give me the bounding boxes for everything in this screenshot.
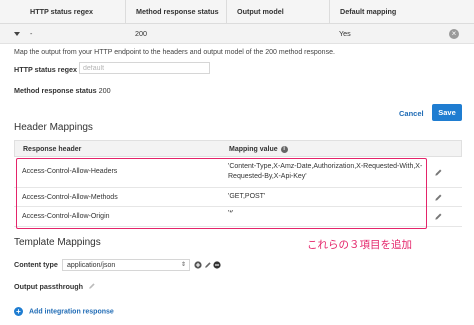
header-mappings-table-header: Response header Mapping value i <box>14 140 462 157</box>
cancel-button[interactable]: Cancel <box>399 109 424 118</box>
row-default-mapping: Yes <box>339 29 351 38</box>
col-method-response-status: Method response status <box>125 0 219 24</box>
add-integration-response-label: Add integration response <box>29 308 114 316</box>
pencil-edit-icon[interactable] <box>434 168 443 177</box>
content-type-value: application/json <box>67 262 116 269</box>
highlight-annotation-box <box>16 158 427 229</box>
content-type-label: Content type <box>14 260 58 269</box>
add-integration-response-link[interactable]: + Add integration response <box>14 307 114 316</box>
row-regex: - <box>30 29 33 38</box>
row-status: 200 <box>135 29 147 38</box>
close-icon[interactable]: × <box>449 29 459 39</box>
remove-icon[interactable] <box>213 261 221 269</box>
pencil-edit-icon[interactable] <box>88 282 96 290</box>
col-response-header: Response header <box>23 146 82 153</box>
content-type-select[interactable]: application/json ⇕ <box>62 259 190 271</box>
mapping-description: Map the output from your HTTP endpoint t… <box>14 49 335 56</box>
col-mapping-value: Mapping value i <box>229 141 288 158</box>
add-icon[interactable] <box>194 261 202 269</box>
method-response-status-value: 200 <box>98 86 111 95</box>
method-response-status-label: Method response status <box>14 86 97 95</box>
http-status-regex-label: HTTP status regex <box>14 65 77 74</box>
pencil-edit-icon[interactable] <box>434 212 443 221</box>
caret-down-icon[interactable] <box>14 32 20 36</box>
info-icon[interactable]: i <box>280 145 288 153</box>
http-status-regex-input[interactable] <box>79 62 210 74</box>
col-mapping-value-label: Mapping value <box>229 146 278 153</box>
method-response-status-row: Method response status 200 <box>14 86 111 95</box>
header-mappings-title: Header Mappings <box>14 122 93 133</box>
method-response-row[interactable]: - 200 Yes × <box>0 24 474 44</box>
pencil-edit-icon[interactable] <box>204 261 212 269</box>
select-arrows-icon: ⇕ <box>180 262 186 268</box>
plus-circle-icon: + <box>14 307 23 316</box>
template-mappings-title: Template Mappings <box>14 237 101 248</box>
col-http-status-regex: HTTP status regex <box>30 7 93 16</box>
pencil-edit-icon[interactable] <box>434 193 443 202</box>
save-button[interactable]: Save <box>432 104 462 121</box>
annotation-text: これらの３項目を追加 <box>307 239 412 251</box>
output-passthrough-label: Output passthrough <box>14 282 84 291</box>
col-output-model: Output model <box>226 0 284 24</box>
col-default-mapping: Default mapping <box>329 0 396 24</box>
method-response-table-header: HTTP status regex Method response status… <box>0 0 474 24</box>
